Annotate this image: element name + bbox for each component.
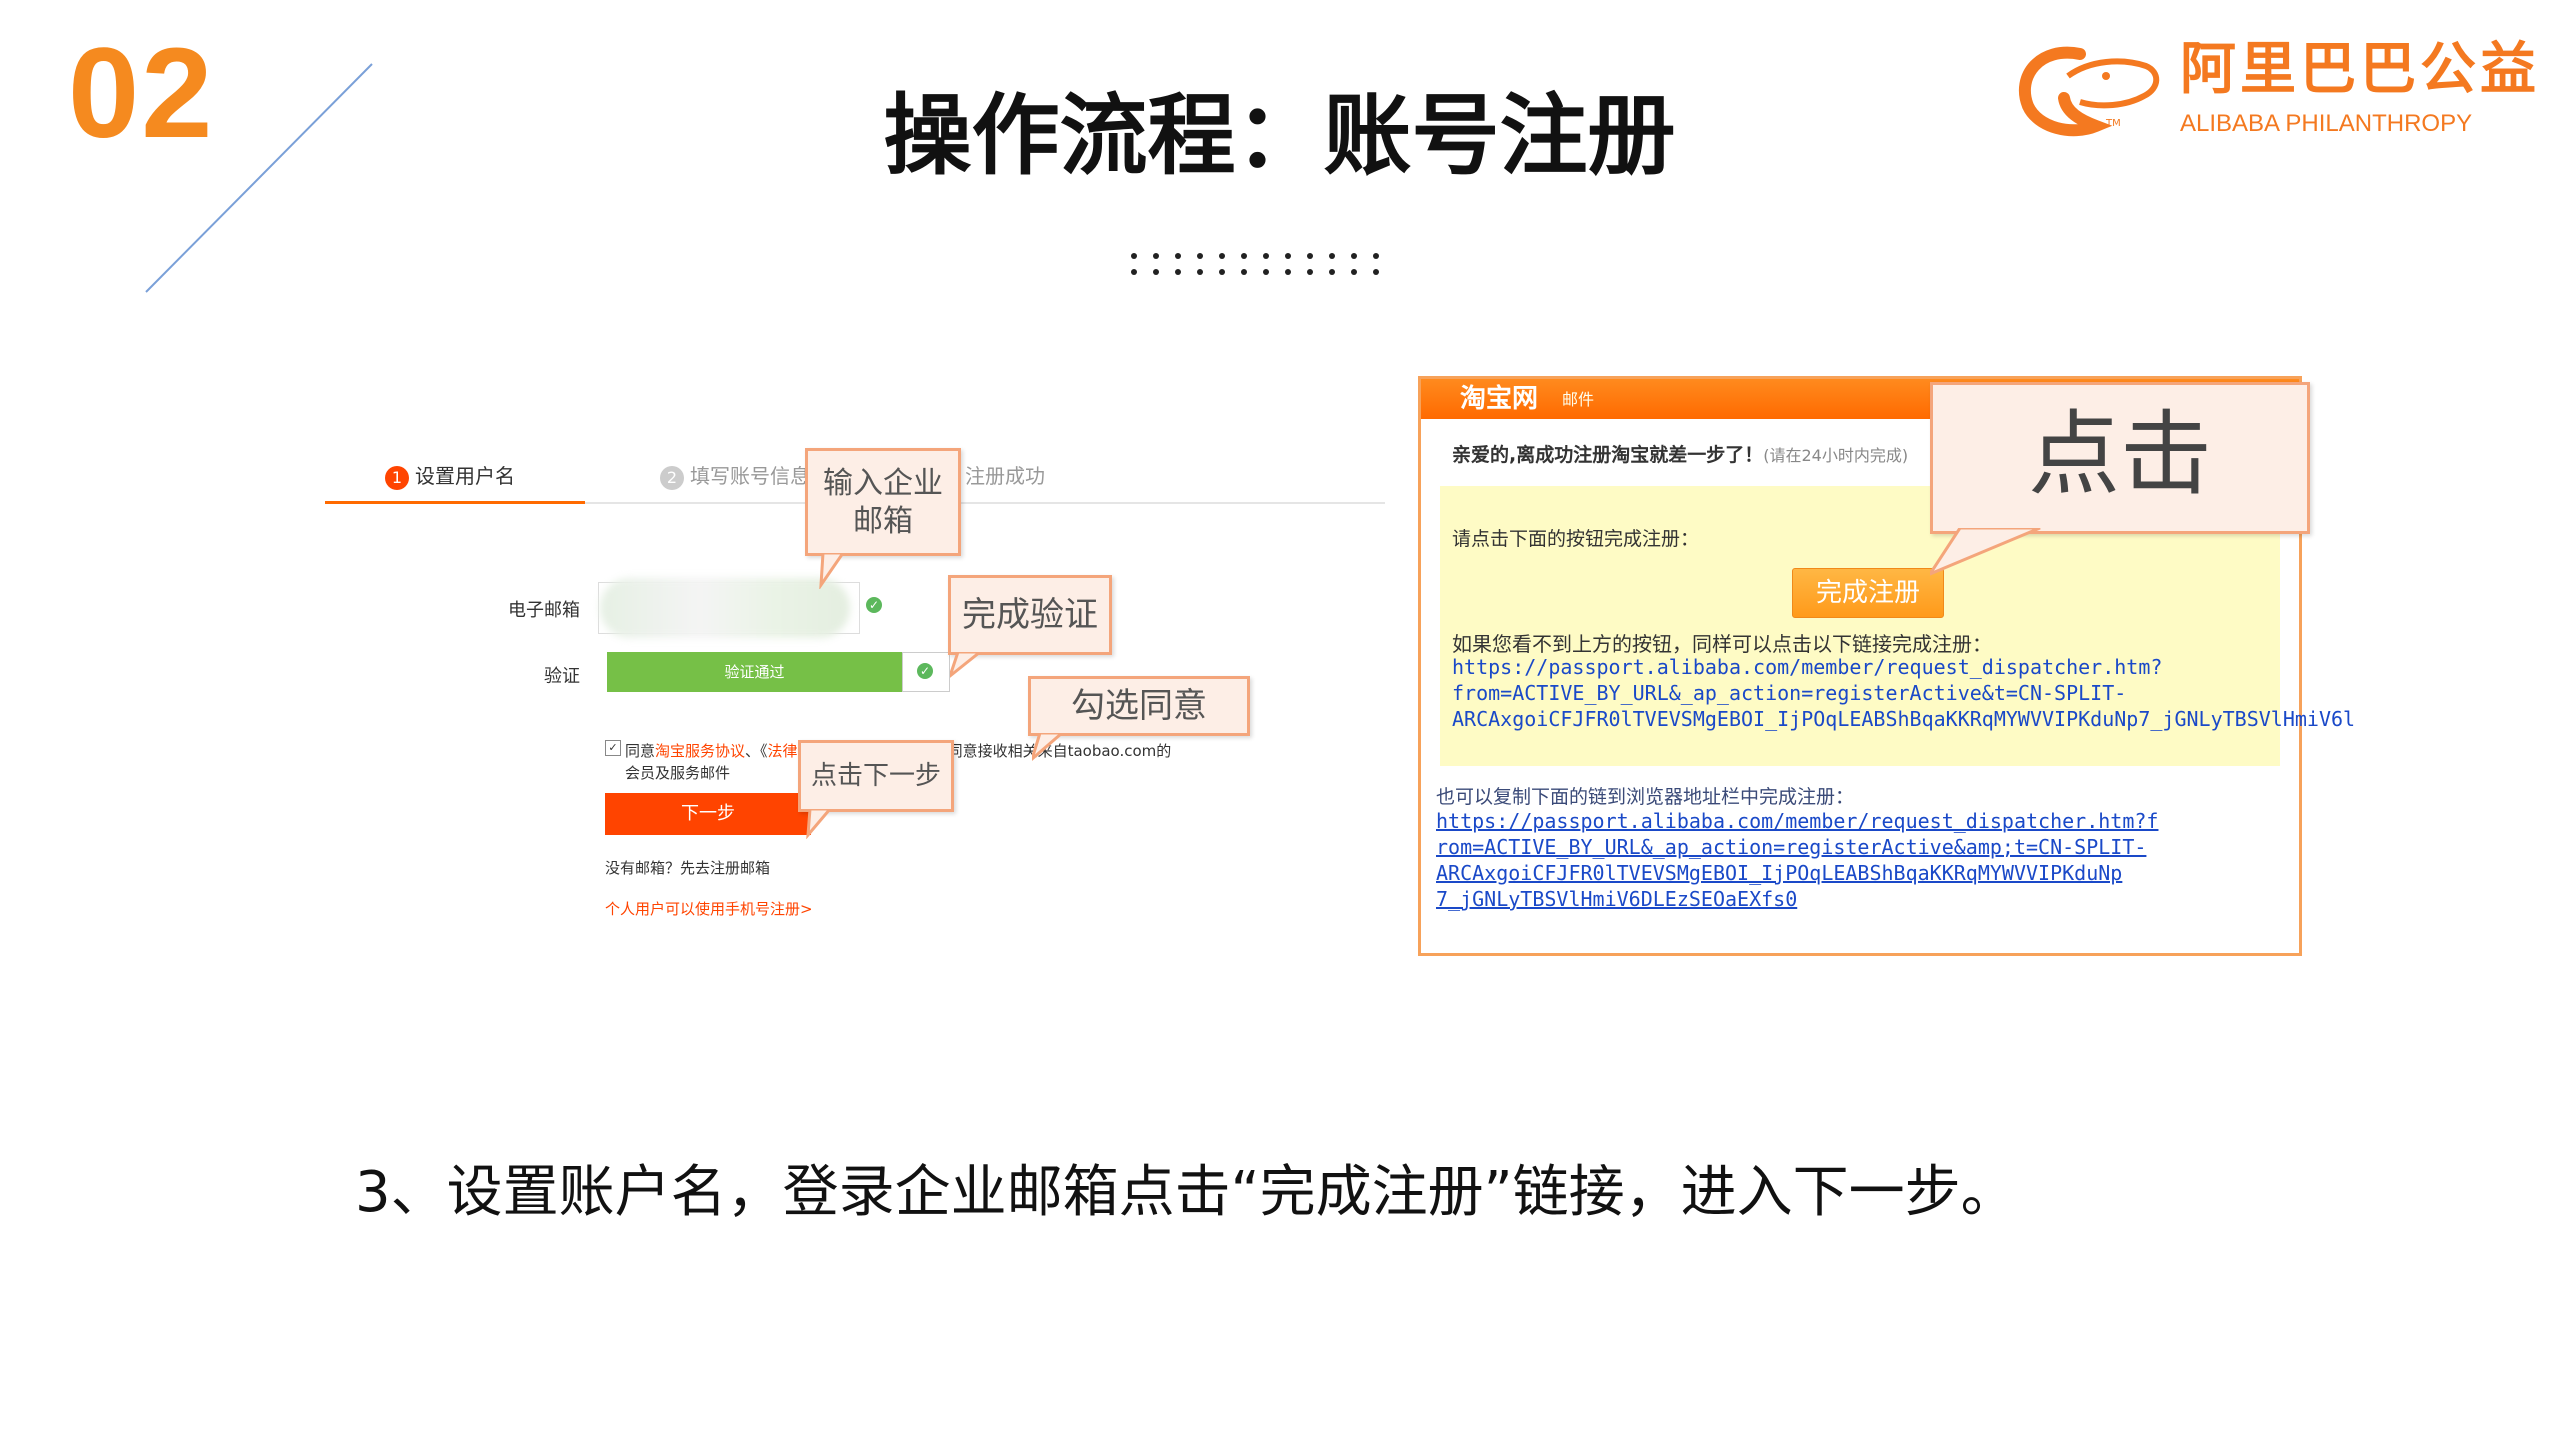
- logo-english-name: ALIBABA PHILANTHROPY: [2180, 110, 2473, 137]
- decorative-dot: [1153, 253, 1159, 259]
- step-register-success: 注册成功: [965, 462, 1045, 490]
- decorative-dot: [1131, 269, 1137, 275]
- trademark-mark: TM: [2106, 118, 2121, 129]
- step-caption: 3、设置账户名，登录企业邮箱点击“完成注册”链接，进入下一步。: [355, 1160, 2017, 1225]
- step-track-active: [325, 501, 585, 504]
- decorative-dot: [1285, 253, 1291, 259]
- mail-greeting: 亲爱的,离成功注册淘宝就差一步了！(请在24小时内完成): [1452, 444, 1909, 466]
- step-label: 注册成功: [965, 464, 1045, 488]
- mail-label: 邮件: [1562, 390, 1595, 409]
- check-icon: ✓: [917, 663, 933, 679]
- decorative-dot: [1197, 269, 1203, 275]
- decorative-dot: [1373, 253, 1379, 259]
- decorative-dot: [1263, 269, 1269, 275]
- decorative-dot: [1153, 269, 1159, 275]
- decorative-dot: [1329, 253, 1335, 259]
- callout-pointer: [819, 553, 845, 589]
- callout-click: 点击: [1930, 382, 2310, 534]
- decorative-dot: [1285, 269, 1291, 275]
- email-redacted-blur: [600, 578, 850, 638]
- decorative-dot: [1351, 269, 1357, 275]
- decorative-dot: [1241, 253, 1247, 259]
- alternate-link-hint: 如果您看不到上方的按钮，同样可以点击以下链接完成注册：: [1452, 632, 1992, 656]
- step-set-username: 1 设置用户名: [385, 462, 515, 490]
- decorative-dots: [1131, 253, 1379, 275]
- step-fill-account-info: 2 填写账号信息: [660, 462, 810, 490]
- callout-pointer: [806, 809, 832, 839]
- decorative-dot: [1131, 253, 1137, 259]
- copy-activation-link[interactable]: https://passport.alibaba.com/member/requ…: [1436, 808, 2158, 912]
- click-button-hint: 请点击下面的按钮完成注册：: [1452, 528, 1700, 550]
- logo-chinese-name: 阿里巴巴公益: [2180, 37, 2540, 102]
- callout-click-next: 点击下一步: [798, 740, 954, 812]
- copy-link-hint: 也可以复制下面的链到浏览器地址栏中完成注册：: [1436, 786, 1855, 808]
- complete-registration-button[interactable]: 完成注册: [1792, 568, 1944, 618]
- step-number: 1: [385, 466, 409, 490]
- callout-enter-email: 输入企业 邮箱: [805, 448, 961, 556]
- activation-link[interactable]: https://passport.alibaba.com/member/requ…: [1452, 654, 2464, 732]
- next-step-button[interactable]: 下一步: [605, 793, 811, 835]
- decorative-dot: [1263, 253, 1269, 259]
- decorative-dot: [1219, 253, 1225, 259]
- taobao-brand: 淘宝网: [1460, 384, 1539, 414]
- step-label: 设置用户名: [415, 464, 515, 488]
- register-email-link[interactable]: 没有邮箱？先去注册邮箱: [605, 857, 770, 878]
- verify-label: 验证: [544, 666, 580, 687]
- step-number: 2: [660, 466, 684, 490]
- verify-slider-track[interactable]: 验证通过: [607, 652, 902, 692]
- email-label: 电子邮箱: [508, 600, 580, 621]
- decorative-dot: [1197, 253, 1203, 259]
- check-icon: ✓: [866, 597, 882, 613]
- step-label: 填写账号信息: [690, 464, 810, 488]
- decorative-dot: [1241, 269, 1247, 275]
- service-agreement-link[interactable]: 淘宝服务协议: [655, 742, 745, 760]
- decorative-dot: [1175, 269, 1181, 275]
- callout-pointer: [950, 652, 983, 678]
- callout-check-agree: 勾选同意: [1028, 676, 1250, 736]
- mobile-register-link[interactable]: 个人用户可以使用手机号注册>: [605, 898, 813, 919]
- decorative-dot: [1351, 253, 1357, 259]
- callout-pointer: [1032, 733, 1065, 761]
- decorative-dot: [1373, 269, 1379, 275]
- decorative-dot: [1219, 269, 1225, 275]
- decorative-dot: [1307, 269, 1313, 275]
- decorative-dot: [1329, 269, 1335, 275]
- callout-complete-verify: 完成验证: [948, 575, 1112, 655]
- callout-pointer: [1930, 528, 2041, 576]
- decorative-dot: [1175, 253, 1181, 259]
- decorative-dot: [1307, 253, 1313, 259]
